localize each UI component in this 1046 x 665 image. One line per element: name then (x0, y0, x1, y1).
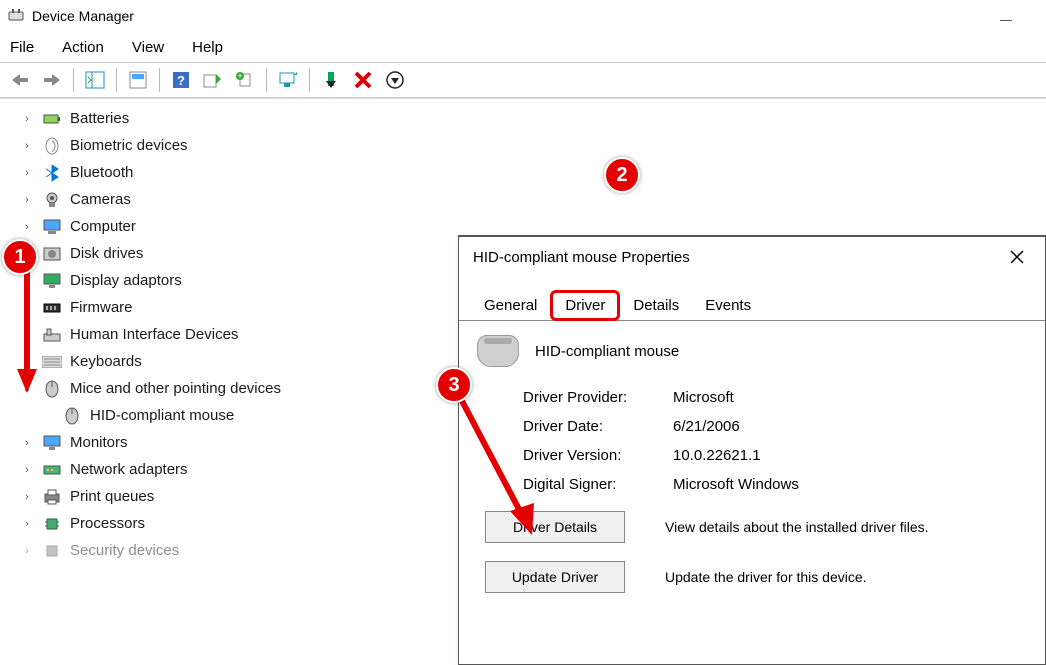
annotation-badge-1: 1 (2, 239, 38, 275)
network-icon (42, 460, 62, 480)
annotation-badge-3: 3 (436, 367, 472, 403)
menu-action[interactable]: Action (62, 39, 104, 56)
tree-node-computer[interactable]: ›Computer (20, 213, 500, 240)
svg-text:?: ? (177, 73, 185, 88)
battery-icon (42, 109, 62, 129)
processor-icon (42, 514, 62, 534)
tree-node-bluetooth[interactable]: ›Bluetooth (20, 159, 500, 186)
tree-node-print[interactable]: ›Print queues (20, 483, 500, 510)
uninstall-device-button[interactable] (349, 66, 377, 94)
date-value: 6/21/2006 (673, 418, 740, 435)
annotation-badge-2: 2 (604, 157, 640, 193)
tree-node-firmware[interactable]: ›Firmware (20, 294, 500, 321)
tree-node-network[interactable]: ›Network adapters (20, 456, 500, 483)
tree-node-security[interactable]: ›Security devices (20, 537, 500, 564)
annotation-arrow-1 (14, 271, 40, 395)
close-button[interactable] (1003, 243, 1031, 271)
toolbar: ? + (0, 62, 1046, 98)
tab-general[interactable]: General (471, 292, 550, 319)
mouse-icon (42, 379, 62, 399)
printer-icon (42, 487, 62, 507)
version-value: 10.0.22621.1 (673, 447, 761, 464)
firmware-icon (42, 298, 62, 318)
display-icon (42, 271, 62, 291)
tree-node-hid-mouse[interactable]: HID-compliant mouse (20, 402, 500, 429)
add-legacy-button[interactable]: + (231, 66, 259, 94)
dialog-titlebar: HID-compliant mouse Properties (459, 237, 1045, 277)
provider-value: Microsoft (673, 389, 734, 406)
scan-hardware-button[interactable] (199, 66, 227, 94)
tab-details[interactable]: Details (620, 292, 692, 319)
tab-driver[interactable]: Driver (550, 290, 620, 321)
app-icon (8, 8, 24, 24)
tree-node-biometric[interactable]: ›Biometric devices (20, 132, 500, 159)
svg-text:+: + (237, 71, 242, 81)
mouse-icon (62, 406, 82, 426)
tab-events[interactable]: Events (692, 292, 764, 319)
computer-icon (42, 217, 62, 237)
hid-icon (42, 325, 62, 345)
signer-value: Microsoft Windows (673, 476, 799, 493)
help-button[interactable]: ? (167, 66, 195, 94)
tree-node-processors[interactable]: ›Processors (20, 510, 500, 537)
dialog-title: HID-compliant mouse Properties (473, 249, 690, 266)
forward-button[interactable] (38, 66, 66, 94)
tree-node-hid[interactable]: ›Human Interface Devices (20, 321, 500, 348)
disk-icon (42, 244, 62, 264)
device-tree[interactable]: ›Batteries ›Biometric devices ›Bluetooth… (0, 105, 500, 564)
device-name: HID-compliant mouse (535, 343, 679, 360)
tree-node-monitors[interactable]: ›Monitors (20, 429, 500, 456)
keyboard-icon (42, 352, 62, 372)
menubar: File Action View Help (0, 32, 1046, 62)
back-button[interactable] (6, 66, 34, 94)
action-button[interactable] (381, 66, 409, 94)
window-title: Device Manager (32, 8, 134, 24)
enable-device-button[interactable] (317, 66, 345, 94)
driver-details-desc: View details about the installed driver … (665, 519, 929, 535)
monitor-icon (42, 433, 62, 453)
bluetooth-icon (42, 163, 62, 183)
tab-strip: General Driver Details Events (459, 289, 1045, 321)
annotation-arrow-3 (452, 395, 552, 545)
device-image-icon (477, 335, 519, 367)
properties-button[interactable] (124, 66, 152, 94)
update-driver-desc: Update the driver for this device. (665, 569, 867, 585)
tree-node-display[interactable]: ›Display adaptors (20, 267, 500, 294)
show-hide-tree-button[interactable] (81, 66, 109, 94)
tree-node-batteries[interactable]: ›Batteries (20, 105, 500, 132)
menu-view[interactable]: View (132, 39, 164, 56)
tree-node-mice[interactable]: ⌄Mice and other pointing devices (20, 375, 500, 402)
tree-node-keyboards[interactable]: ›Keyboards (20, 348, 500, 375)
camera-icon (42, 190, 62, 210)
security-icon (42, 541, 62, 561)
update-driver-icon[interactable] (274, 66, 302, 94)
main-content: ›Batteries ›Biometric devices ›Bluetooth… (0, 98, 1046, 566)
tree-node-cameras[interactable]: ›Cameras (20, 186, 500, 213)
menu-help[interactable]: Help (192, 39, 223, 56)
minimize-button[interactable] (986, 10, 1026, 30)
window-titlebar: Device Manager (0, 0, 1046, 32)
tree-node-disk[interactable]: ›Disk drives (20, 240, 500, 267)
fingerprint-icon (42, 136, 62, 156)
menu-file[interactable]: File (10, 39, 34, 56)
